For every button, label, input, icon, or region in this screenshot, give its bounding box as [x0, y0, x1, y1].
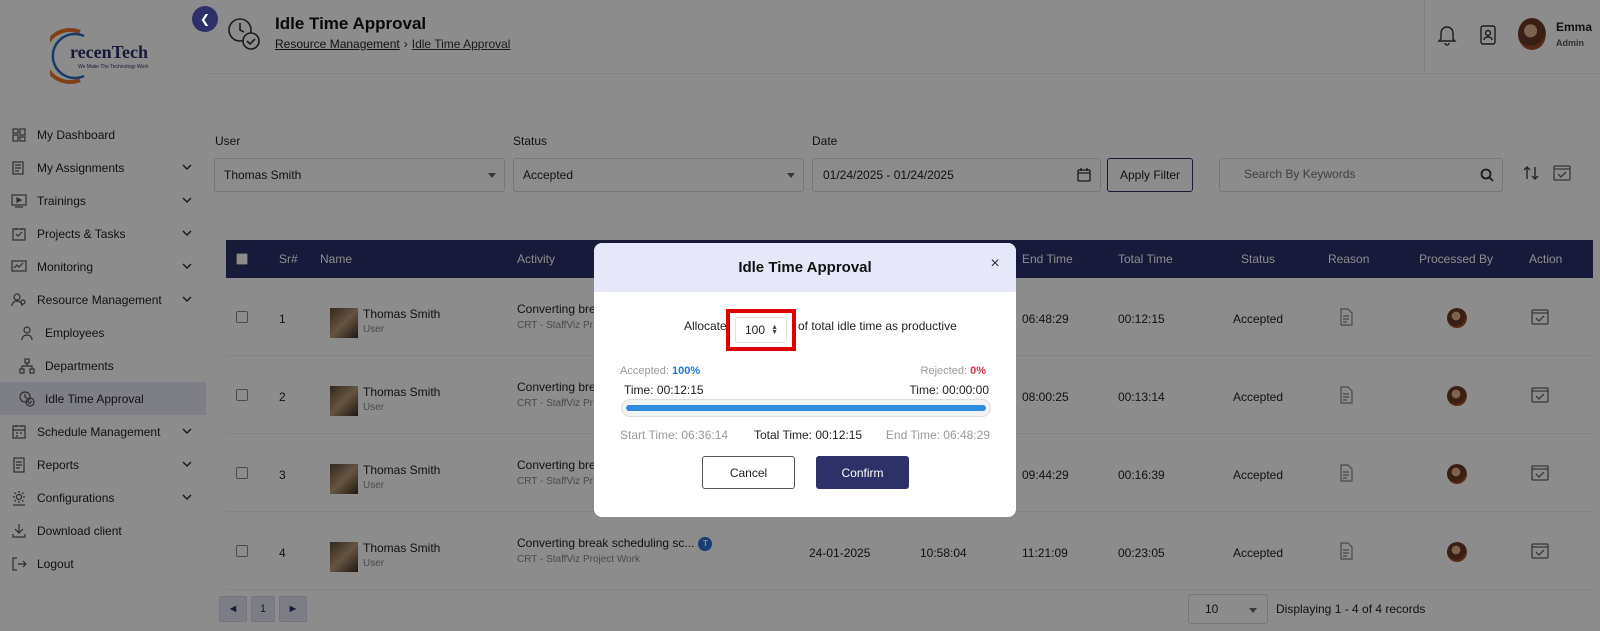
accepted-percent: 100%: [671, 365, 701, 377]
rejected-percent: 0%: [970, 365, 986, 377]
idle-time-approval-modal: Idle Time Approval × Allocate 100 ▲ ▼ of …: [594, 243, 1016, 517]
rejected-time: Time: 00:00:00: [909, 383, 989, 397]
allocation-percent-input[interactable]: 100 ▲ ▼: [735, 317, 787, 343]
chevron-left-icon: ❮: [199, 12, 211, 26]
allocate-label: Allocate: [684, 319, 727, 333]
sidebar-collapse-button[interactable]: ❮: [192, 6, 218, 32]
modal-header: Idle Time Approval ×: [594, 243, 1016, 292]
accepted-label: Accepted:: [620, 365, 669, 377]
close-icon[interactable]: ×: [988, 256, 1002, 272]
confirm-button[interactable]: Confirm: [816, 456, 909, 489]
end-time: End Time: 06:48:29: [885, 428, 990, 442]
accepted-time: Time: 00:12:15: [624, 383, 704, 397]
allocation-highlight: 100 ▲ ▼: [726, 309, 796, 351]
cancel-button[interactable]: Cancel: [702, 456, 795, 489]
total-time: Total Time: 00:12:15: [754, 428, 863, 442]
allocation-progress-bar: [621, 399, 991, 417]
rejected-stat: Rejected: 0%: [921, 365, 986, 377]
allocation-progress-fill: [626, 405, 986, 411]
accepted-stat: Accepted: 100%: [620, 365, 700, 377]
spinner-arrows-icon[interactable]: ▲ ▼: [771, 324, 778, 336]
allocation-percent-value: 100: [745, 323, 766, 337]
modal-title: Idle Time Approval: [738, 259, 872, 276]
rejected-label: Rejected:: [920, 365, 968, 377]
start-time: Start Time: 06:36:14: [620, 428, 729, 442]
allocate-suffix: of total idle time as productive: [798, 319, 957, 333]
